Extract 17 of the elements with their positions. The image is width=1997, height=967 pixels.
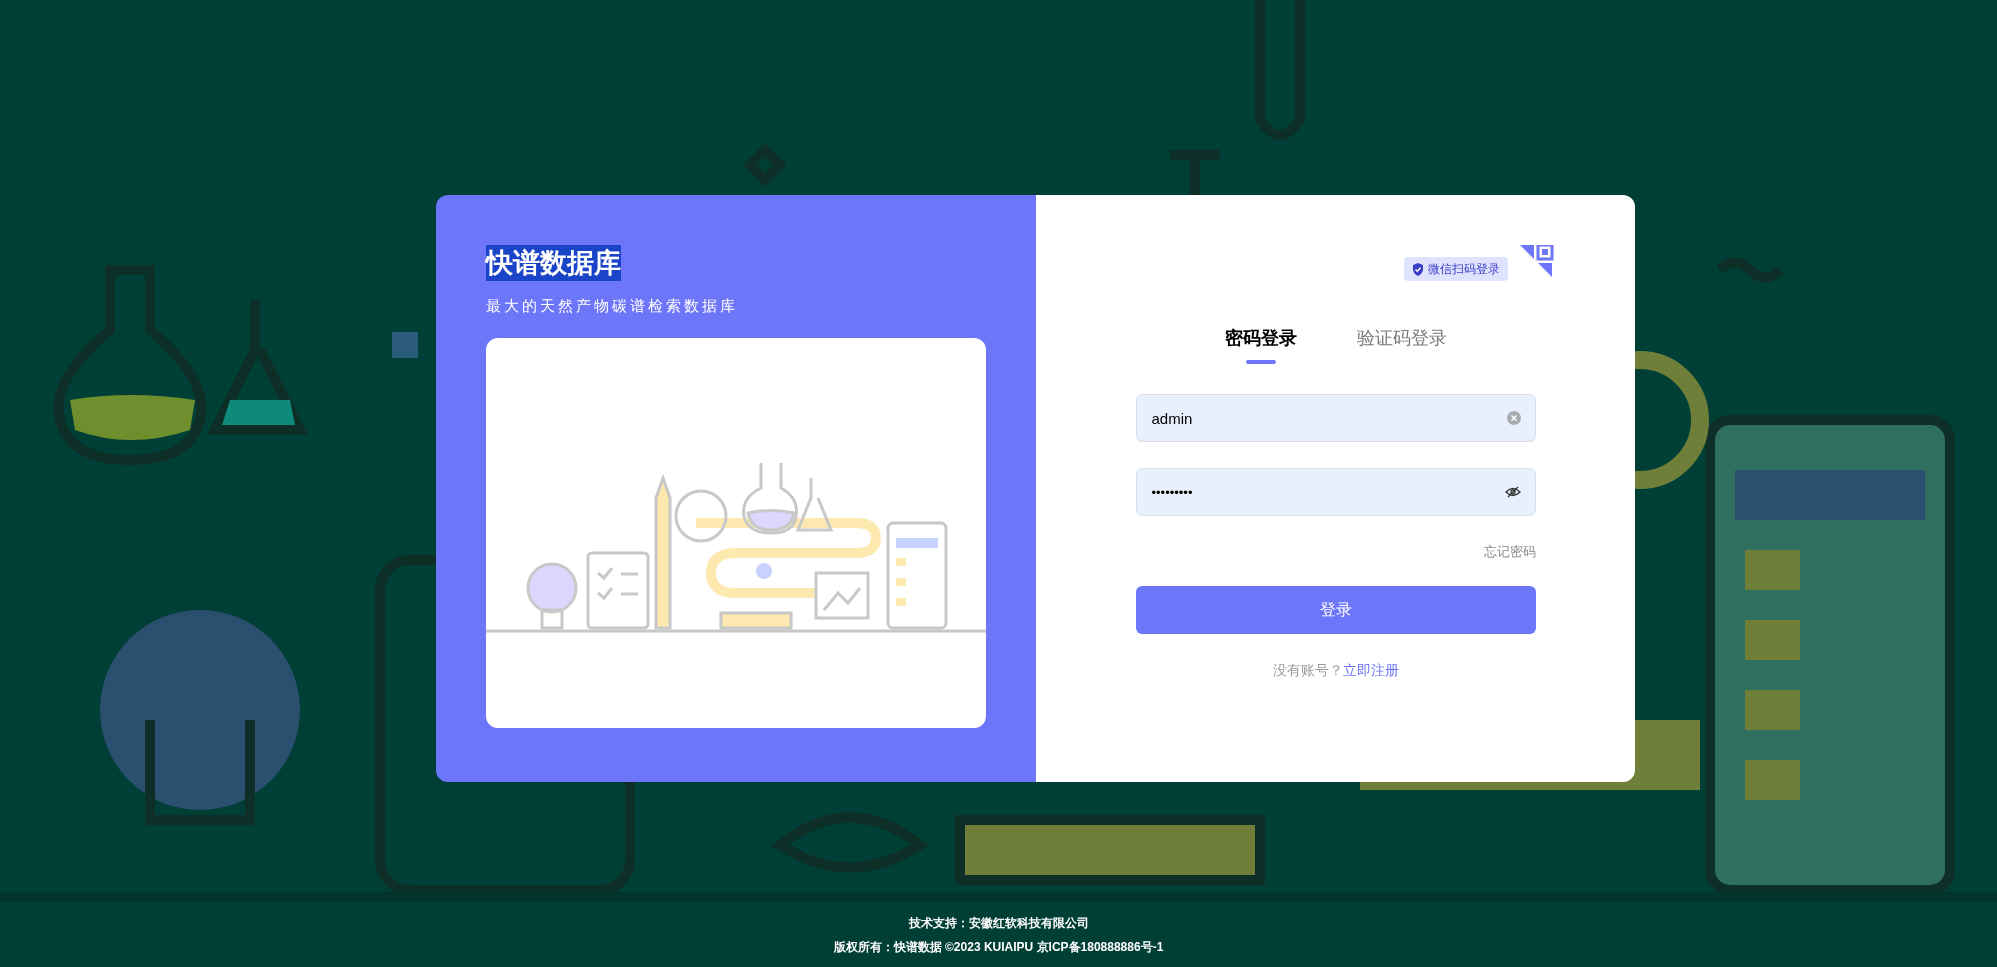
login-button[interactable]: 登录 [1135,585,1536,634]
forgot-password-link[interactable]: 忘记密码 [1483,542,1536,562]
register-prompt: 没有账号？ [1272,660,1343,680]
wechat-login-button[interactable]: 微信扫码登录 [1403,257,1508,281]
brand-title: 快谱数据库 [486,245,621,281]
square-drawing [392,332,418,358]
login-tab[interactable]: 验证码登录 [1356,325,1447,364]
username-field[interactable]: admin [1135,394,1536,442]
shield-check-icon [1411,262,1424,276]
support-text: 技术支持：安徽红软科技有限公司 [908,914,1089,932]
login-tab[interactable]: 密码登录 [1224,325,1297,364]
copyright-text: 版权所有：快谱数据 ©2023 KUIAIPU 京ICP备180888886号-1 [833,938,1164,956]
register-link[interactable]: 立即注册 [1342,659,1399,681]
brand-subtitle: 最大的天然产物碳谱检索数据库 [486,296,739,316]
password-field[interactable]: ••••••••• [1135,468,1536,516]
clear-icon[interactable] [1506,411,1521,425]
eye-slash-icon[interactable] [1504,486,1521,498]
